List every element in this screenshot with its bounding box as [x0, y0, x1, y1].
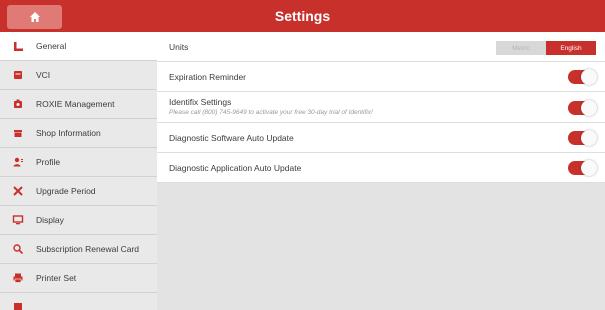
units-selector[interactable]: Metric English — [496, 41, 596, 55]
sidebar-item-label: Printer Set — [36, 273, 77, 283]
identifix-settings-row: Identifix Settings Please call (800) 745… — [157, 92, 605, 123]
wrench-icon — [0, 185, 36, 197]
shop-icon — [0, 127, 36, 139]
toggle-knob — [581, 130, 597, 146]
sidebar-item-label: Profile — [36, 157, 61, 167]
roxie-icon — [0, 98, 36, 110]
sidebar-item-label: Upgrade Period — [36, 186, 96, 196]
units-label: Units — [169, 42, 189, 52]
sidebar-item-roxie-management[interactable]: ROXIE Management — [0, 90, 157, 119]
profile-icon — [0, 156, 36, 168]
expiration-reminder-label: Expiration Reminder — [169, 72, 247, 82]
vci-icon — [0, 69, 36, 81]
app-update-label: Diagnostic Application Auto Update — [169, 163, 302, 173]
sidebar-item-label: Shop Information — [36, 128, 101, 138]
sidebar-item-general[interactable]: General — [0, 32, 157, 61]
toggle-knob — [581, 69, 597, 85]
title-bar: Settings — [0, 0, 605, 32]
expiration-reminder-row: Expiration Reminder — [157, 62, 605, 92]
sidebar-item-display[interactable]: Display — [0, 206, 157, 235]
printer-icon — [0, 272, 36, 284]
search-icon — [0, 243, 36, 255]
sidebar-item-label: ROXIE Management — [36, 99, 115, 109]
software-update-toggle[interactable] — [568, 130, 597, 146]
identifix-trial-note: Please call (800) 745-9649 to activate y… — [169, 109, 373, 116]
units-option-english[interactable]: English — [546, 41, 596, 55]
page-title: Settings — [274, 8, 331, 24]
app-update-row: Diagnostic Application Auto Update — [157, 153, 605, 183]
software-update-row: Diagnostic Software Auto Update — [157, 123, 605, 153]
units-row: Units Metric English — [157, 32, 605, 62]
sidebar-item-partial[interactable] — [0, 293, 157, 310]
sidebar-item-label: VCI — [36, 70, 51, 80]
sidebar-item-label: General — [36, 41, 67, 51]
sidebar-item-shop-information[interactable]: Shop Information — [0, 119, 157, 148]
identifix-settings-label: Identifix Settings — [169, 97, 232, 107]
sidebar-item-label: Display — [36, 215, 64, 225]
toggle-knob — [581, 100, 597, 116]
home-icon — [29, 12, 40, 22]
sidebar-item-profile[interactable]: Profile — [0, 148, 157, 177]
identifix-toggle[interactable] — [568, 100, 597, 116]
settings-sidebar: General VCI ROXIE Management Shop Inform… — [0, 32, 158, 310]
partial-item-icon — [0, 301, 36, 310]
app-update-toggle[interactable] — [568, 160, 597, 176]
sidebar-item-printer-set[interactable]: Printer Set — [0, 264, 157, 293]
expiration-reminder-toggle[interactable] — [568, 69, 597, 85]
units-option-metric[interactable]: Metric — [496, 41, 546, 55]
sidebar-item-label: Subscription Renewal Card — [36, 244, 139, 254]
sidebar-item-upgrade-period[interactable]: Upgrade Period — [0, 177, 157, 206]
sidebar-item-vci[interactable]: VCI — [0, 61, 157, 90]
software-update-label: Diagnostic Software Auto Update — [169, 133, 294, 143]
sidebar-item-subscription-renewal-card[interactable]: Subscription Renewal Card — [0, 235, 157, 264]
home-button[interactable] — [7, 5, 62, 29]
toggle-knob — [581, 160, 597, 176]
settings-content: Units Metric English Expiration Reminder… — [157, 32, 605, 310]
general-icon — [0, 40, 36, 52]
display-icon — [0, 214, 36, 226]
